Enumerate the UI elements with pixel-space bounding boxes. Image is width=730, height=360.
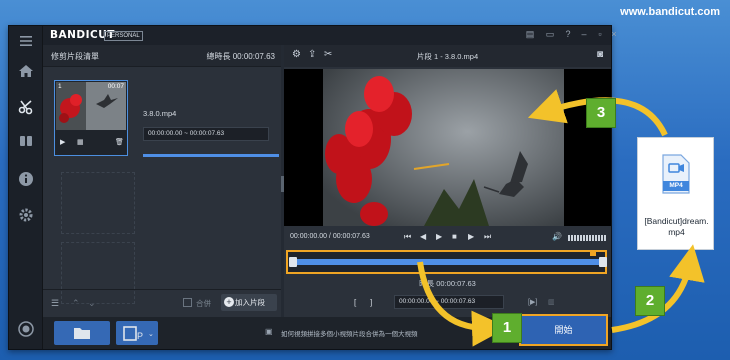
- arrow-1: [417, 261, 508, 347]
- step-3-badge: 3: [586, 98, 616, 128]
- tutorial-arrows: [417, 89, 705, 347]
- step-2-badge: 2: [635, 286, 665, 316]
- step-1-badge: 1: [492, 313, 522, 343]
